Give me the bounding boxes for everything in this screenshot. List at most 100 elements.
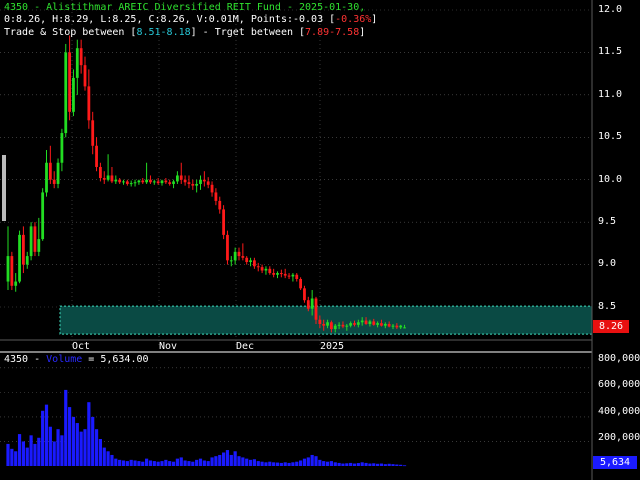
candle-body [114, 179, 118, 182]
candle-body [83, 65, 87, 87]
candle-body [145, 179, 148, 183]
candle-body [156, 181, 160, 184]
price-tick: 10.0 [598, 174, 623, 185]
volume-bar [391, 464, 395, 466]
candle-body [272, 273, 276, 275]
trade-label: Trade & Stop between [ [4, 27, 137, 38]
volume-bar [402, 465, 407, 467]
volume-bar [325, 461, 330, 466]
volume-bar [148, 460, 153, 466]
volume-bar [75, 423, 79, 466]
volume-bar [44, 404, 49, 466]
candle-body [195, 183, 199, 186]
volume-bar [264, 462, 268, 466]
volume-bar [360, 462, 364, 466]
volume-bar [272, 462, 276, 466]
candle-body [226, 234, 229, 261]
volume-tick: 400,000 [598, 406, 640, 417]
volume-bar [229, 454, 233, 466]
candle-body [241, 256, 245, 258]
volume-bar [79, 431, 83, 466]
volume-bar [71, 416, 76, 466]
volume-bar [275, 462, 280, 466]
candle-body [10, 256, 14, 286]
volume-bar [256, 461, 260, 466]
chart-title: 4350 - Alistithmar AREIC Diversified REI… [4, 2, 365, 14]
volume-bar [21, 441, 25, 466]
volume-bar [368, 463, 372, 466]
last-volume-badge: 5,634 [593, 456, 637, 469]
candle-body [326, 322, 329, 326]
candle-body [202, 179, 206, 182]
volume-bar [187, 461, 191, 466]
candle-body [383, 323, 387, 326]
candle-body [318, 319, 322, 324]
left-edge-marker [2, 155, 6, 221]
volume-bar [10, 448, 14, 466]
volume-bar [322, 461, 326, 466]
candle-body [249, 260, 252, 263]
candlestick-series [6, 35, 406, 333]
candle-body [45, 162, 48, 193]
volume-bar [233, 451, 237, 466]
volume-bar [29, 435, 33, 466]
volume-bar [202, 460, 206, 466]
volume-bar [268, 461, 272, 466]
volume-bar [14, 451, 18, 466]
candle-body [125, 181, 129, 184]
candle-body [283, 273, 287, 276]
candle-body [245, 257, 249, 263]
volume-bars [6, 389, 407, 467]
price-tick: 9.0 [598, 258, 617, 269]
candle-body [337, 324, 341, 326]
volume-bar [210, 457, 214, 466]
grid-lines [0, 0, 592, 442]
candle-body [260, 267, 264, 271]
candle-body [183, 179, 187, 183]
volume-bar [102, 447, 106, 466]
volume-bar [60, 435, 64, 466]
candle-body [268, 268, 272, 274]
candle-body [129, 183, 133, 185]
chart-canvas [0, 0, 593, 480]
candle-body [380, 323, 383, 326]
candle-body [310, 298, 314, 309]
volume-bar [37, 437, 41, 466]
candle-body [199, 179, 202, 184]
candle-body [387, 323, 391, 327]
volume-bar [129, 459, 133, 466]
volume-bar [399, 464, 403, 466]
volume-bar [349, 462, 353, 466]
volume-bar [121, 460, 126, 466]
volume-bar [87, 402, 91, 466]
volume-bar [160, 461, 164, 466]
volume-bar [156, 461, 160, 466]
volume-bar [241, 457, 245, 466]
price-tick: 12.0 [598, 4, 623, 15]
candle-body [141, 180, 145, 183]
candle-body [345, 325, 349, 327]
volume-bar [341, 463, 345, 466]
date-tick: Oct [72, 341, 91, 352]
candle-body [22, 234, 25, 265]
candle-body [56, 162, 60, 184]
volume-label: Volume [46, 354, 83, 365]
candle-body [72, 77, 75, 112]
volume-bar [237, 456, 241, 466]
trade-zone-box [59, 305, 593, 335]
candle-body [41, 192, 45, 240]
target-range: 7.89-7.58 [305, 27, 360, 38]
volume-bar [329, 461, 333, 466]
volume-bar [376, 463, 380, 466]
candle-body [25, 256, 29, 265]
volume-bar [64, 389, 68, 466]
price-tick: 11.0 [598, 89, 623, 100]
volume-bar [98, 439, 102, 466]
volume-bar [252, 459, 256, 466]
candle-body [176, 175, 179, 182]
volume-bar [25, 447, 29, 466]
candle-body [349, 323, 353, 326]
candle-body [118, 179, 122, 183]
candle-body [256, 266, 260, 268]
volume-bar [345, 463, 349, 466]
